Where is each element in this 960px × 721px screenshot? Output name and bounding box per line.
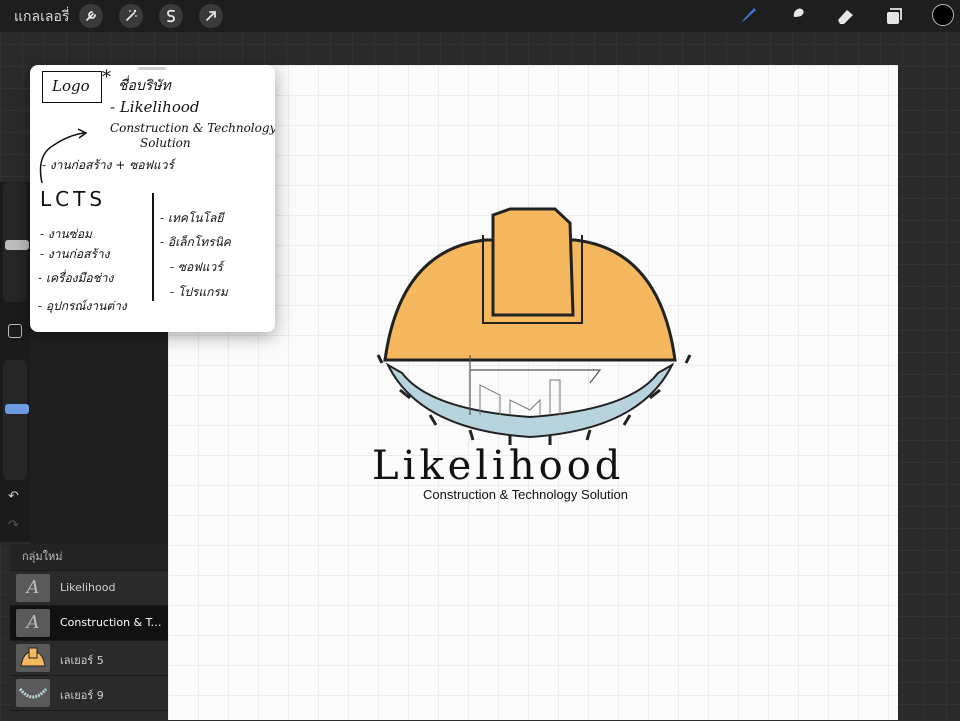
layer-row[interactable]: A Likelihood xyxy=(10,570,168,605)
redo-icon[interactable]: ↷ xyxy=(8,518,19,533)
smudge-icon[interactable] xyxy=(785,5,807,27)
layer-group-header[interactable]: กลุ่มใหม่ xyxy=(10,544,168,570)
selection-s-icon[interactable] xyxy=(159,4,183,28)
layer-row[interactable]: เลเยอร์ 9 xyxy=(10,675,168,710)
eraser-icon[interactable] xyxy=(834,5,856,27)
note-left-item: - อุปกรณ์งานต่าง xyxy=(38,299,127,313)
layer-name: เลเยอร์ 9 xyxy=(60,689,104,702)
note-item1: - Likelihood xyxy=(110,98,200,116)
gallery-button[interactable]: แกลเลอรี่ xyxy=(14,6,69,28)
logo-title: Likelihood xyxy=(372,443,625,489)
layer-row-partial[interactable] xyxy=(10,710,168,721)
layers-panel: กลุ่มใหม่ A Likelihood A Construction & … xyxy=(10,544,168,721)
note-left-item: - งานซ่อม xyxy=(40,227,92,241)
top-toolbar: แกลเลอรี่ xyxy=(0,0,960,32)
layer-row-active[interactable]: A Construction & Techn... xyxy=(10,605,168,640)
arc-thumb xyxy=(16,679,50,707)
note-item2-line1: Construction & Technology xyxy=(110,121,275,135)
note-logo-label: Logo xyxy=(52,77,90,95)
note-right-item: - โปรแกรม xyxy=(170,285,228,299)
brush-size-thumb[interactable] xyxy=(5,240,29,250)
logo-subtitle: Construction & Technology Solution xyxy=(423,487,628,502)
transform-arrow-icon[interactable] xyxy=(199,4,223,28)
sidebar-rail: ↶ ↷ xyxy=(0,182,30,542)
layer-name: Construction & Techn... xyxy=(60,616,168,629)
note-divider xyxy=(152,193,154,301)
note-left-item: - งานก่อสร้าง xyxy=(40,247,110,261)
layer-name: Likelihood xyxy=(60,581,116,594)
opacity-slider[interactable] xyxy=(3,360,29,480)
reference-note[interactable]: Logo * ชื่อบริษัท - Likelihood Construct… xyxy=(30,65,275,332)
undo-icon[interactable]: ↶ xyxy=(8,489,19,504)
note-left-item: - เครื่องมือช่าง xyxy=(38,271,114,285)
note-item2-line2: Solution xyxy=(140,136,191,150)
helmet-thumb xyxy=(16,644,50,672)
note-right-item: - เทคโนโลยี xyxy=(160,211,224,225)
opacity-thumb[interactable] xyxy=(5,404,29,414)
text-layer-thumb: A xyxy=(16,609,50,637)
note-star: * xyxy=(102,67,111,88)
text-layer-thumb: A xyxy=(16,574,50,602)
wrench-icon[interactable] xyxy=(79,4,103,28)
layer-row[interactable]: เลเยอร์ 5 xyxy=(10,640,168,675)
logo-artwork xyxy=(376,207,692,445)
note-drag-handle[interactable] xyxy=(138,67,166,70)
layer-name: เลเยอร์ 5 xyxy=(60,654,104,667)
layers-icon[interactable] xyxy=(883,5,905,27)
note-right-item: - อิเล็กโทรนิค xyxy=(160,235,231,249)
modify-button[interactable] xyxy=(8,324,22,338)
magic-wand-icon[interactable] xyxy=(119,4,143,28)
note-line3: - งานก่อสร้าง + ซอฟแวร์ xyxy=(42,158,174,172)
color-picker-button[interactable] xyxy=(932,4,954,26)
brush-icon[interactable] xyxy=(736,5,758,27)
note-acronym: LCTS xyxy=(40,187,107,211)
brush-size-slider[interactable] xyxy=(3,182,29,302)
note-heading: ชื่อบริษัท xyxy=(118,78,171,94)
note-right-item: - ซอฟแวร์ xyxy=(170,260,223,274)
note-arrow xyxy=(39,128,88,184)
